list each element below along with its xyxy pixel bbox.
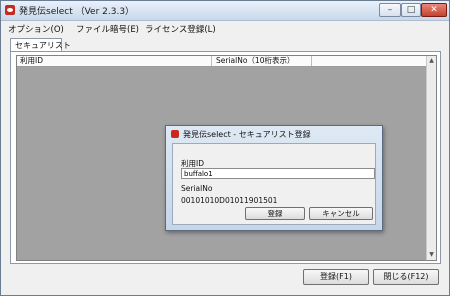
menu-license-register[interactable]: ライセンス登録(L) xyxy=(145,23,216,35)
app-logo-icon xyxy=(171,130,179,138)
menu-options[interactable]: オプション(O) xyxy=(8,23,64,35)
column-header-user-id[interactable]: 利用ID xyxy=(17,56,212,66)
menu-file-encrypt[interactable]: ファイル暗号(E) xyxy=(76,23,139,35)
close-window-button[interactable]: ✕ xyxy=(421,3,447,17)
grid-header: 利用ID SerialNo（10桁表示） xyxy=(17,56,426,67)
app-logo-icon xyxy=(5,5,15,15)
register-button[interactable]: 登録(F1) xyxy=(303,269,369,285)
window-title: 発見伝select （Ver 2.3.3） xyxy=(19,7,135,17)
serial-value: 00101010D01011901501 xyxy=(181,196,278,205)
main-window: 発見伝select （Ver 2.3.3） – □ ✕ オプション(O) ファイ… xyxy=(0,0,450,296)
dialog-title: 発見伝select - セキュアリスト登録 xyxy=(183,130,311,139)
user-id-input[interactable] xyxy=(181,168,375,179)
title-bar: 発見伝select （Ver 2.3.3） – □ ✕ xyxy=(1,1,449,21)
dialog-title-bar: 発見伝select - セキュアリスト登録 xyxy=(166,126,382,142)
minimize-button[interactable]: – xyxy=(379,3,401,17)
register-dialog: 発見伝select - セキュアリスト登録 利用ID SerialNo 0010… xyxy=(165,125,383,231)
tab-secure-list[interactable]: セキュアリスト xyxy=(10,38,71,51)
menu-bar: オプション(O) ファイル暗号(E) ライセンス登録(L) xyxy=(1,21,449,36)
dialog-register-button[interactable]: 登録 xyxy=(245,207,305,220)
maximize-button[interactable]: □ xyxy=(401,3,421,17)
close-button[interactable]: 閉じる(F12) xyxy=(373,269,439,285)
serial-label: SerialNo xyxy=(181,184,213,193)
dialog-body: 利用ID SerialNo 00101010D01011901501 登録 キャ… xyxy=(172,143,376,225)
column-header-serial[interactable]: SerialNo（10桁表示） xyxy=(212,56,312,66)
scroll-up-icon[interactable]: ▲ xyxy=(427,56,436,66)
dialog-cancel-button[interactable]: キャンセル xyxy=(309,207,373,220)
scroll-down-icon[interactable]: ▼ xyxy=(427,250,436,260)
vertical-scrollbar[interactable]: ▲ ▼ xyxy=(426,56,436,260)
